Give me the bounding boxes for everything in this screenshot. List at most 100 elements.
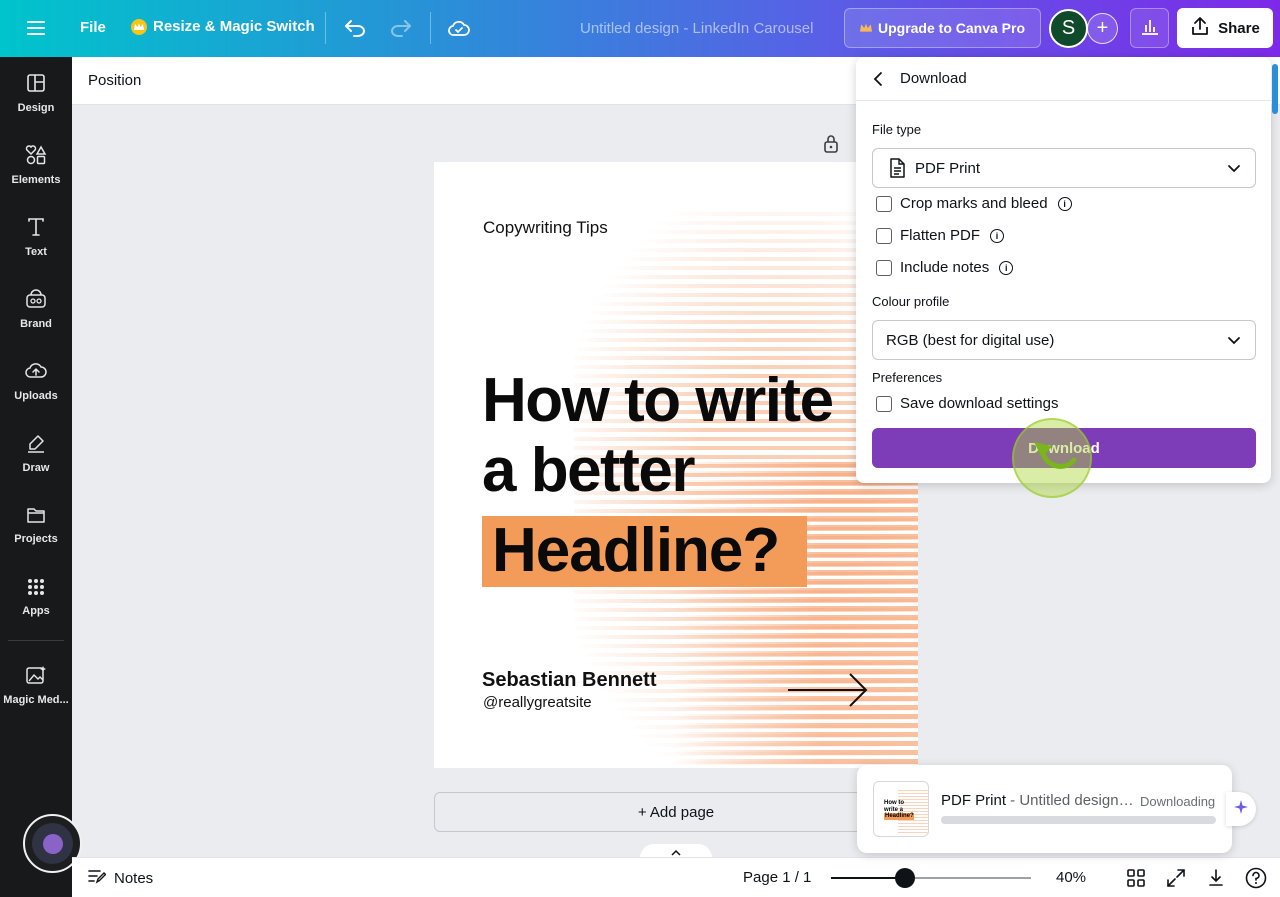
preferences-label: Preferences [872,370,943,385]
magic-assistant-button[interactable] [1226,792,1256,826]
decorative-stripes [674,462,918,768]
grid-view-icon[interactable] [1125,867,1147,889]
insights-button[interactable] [1130,8,1169,48]
info-icon[interactable]: i [999,260,1014,275]
checkbox-box[interactable] [876,259,892,276]
download-panel-header: Download [856,57,1271,101]
thumbnail-highlight-text: Headline? [885,813,914,819]
toast-file-type: PDF Print [941,792,1007,809]
sidebar-item-magic-media[interactable]: Magic Med... [0,653,72,717]
colour-profile-value: RGB (best for digital use) [886,331,1055,349]
undo-icon[interactable] [337,10,373,46]
info-icon[interactable]: i [990,228,1005,243]
resize-label: Resize & Magic Switch [153,18,315,35]
sidebar-item-label: Brand [20,317,52,330]
toast-file-name: - Untitled design… [1006,792,1134,809]
page-kicker-text[interactable]: Copywriting Tips [483,218,608,238]
notes-label: Notes [114,869,154,887]
save-settings-checkbox[interactable]: Save download settings [876,395,1058,412]
download-arrow-icon[interactable] [1205,867,1227,889]
file-type-value: PDF Print [915,159,981,177]
sidebar-item-label: Elements [11,173,61,186]
design-icon [26,73,46,98]
assistant-dot [42,833,63,854]
checkbox-box[interactable] [876,195,892,212]
zoom-slider-knob[interactable] [895,868,915,888]
sidebar-item-projects[interactable]: Projects [0,493,72,557]
page-indicator[interactable]: Page 1 / 1 [743,869,811,886]
highlight-text: Headline? [492,516,780,585]
checkbox-label: Save download settings [900,395,1059,412]
file-type-label: File type [872,122,922,137]
file-menu-button[interactable]: File [80,19,106,36]
arrow-right-icon[interactable] [786,670,870,715]
sidebar-item-brand[interactable]: Brand [0,277,72,341]
sidebar-item-elements[interactable]: Elements [0,133,72,197]
sidebar-item-label: Apps [22,604,50,617]
sidebar-item-label: Magic Med... [3,693,69,706]
zoom-level[interactable]: 40% [1056,869,1086,886]
crop-marks-checkbox[interactable]: Crop marks and bleed i [876,195,1072,212]
folder-icon [26,506,46,529]
sidebar-item-uploads[interactable]: Uploads [0,349,72,413]
left-sidebar: Design Elements Text Brand Uploads Draw … [0,57,82,897]
zoom-slider[interactable] [831,868,1031,888]
menu-icon[interactable] [18,10,54,46]
document-icon [889,158,905,178]
draw-icon [26,433,46,458]
notes-button[interactable]: Notes [88,868,153,888]
colour-profile-select[interactable]: RGB (best for digital use) [872,320,1256,360]
info-icon[interactable]: i [1057,196,1072,211]
document-title[interactable]: Untitled design - LinkedIn Carousel [580,20,813,37]
sparkle-icon [1233,799,1249,820]
back-chevron-icon[interactable] [872,71,884,87]
position-button[interactable]: Position [88,72,141,89]
progress-fill [941,816,1216,824]
toast-status: Downloading [1140,794,1216,809]
apps-grid-icon [27,578,45,601]
sidebar-item-label: Text [25,245,47,258]
brand-icon [25,288,47,314]
redo-icon[interactable] [383,10,419,46]
sidebar-item-text[interactable]: Text [0,205,72,269]
help-icon[interactable] [1245,867,1267,889]
assistant-bubble-inner [32,823,73,864]
upgrade-button[interactable]: Upgrade to Canva Pro [844,8,1041,48]
checkbox-label: Crop marks and bleed [900,195,1048,212]
checkbox-label: Flatten PDF [900,227,981,244]
headline-highlight[interactable]: Headline? [482,516,807,587]
collapse-pages-button[interactable] [640,844,712,858]
share-upload-icon [1190,16,1210,40]
sidebar-item-apps[interactable]: Apps [0,565,72,629]
sidebar-item-draw[interactable]: Draw [0,421,72,485]
add-collaborator-button[interactable]: + [1087,13,1118,44]
author-name[interactable]: Sebastian Bennett [482,669,656,692]
avatar[interactable]: S [1049,9,1088,48]
headline-line-2: a better [482,436,695,505]
include-notes-checkbox[interactable]: Include notes i [876,259,1014,276]
download-progress-bar [941,816,1216,824]
checkbox-box[interactable] [876,395,892,412]
uploads-icon [25,361,47,386]
zoom-slider-fill [831,877,905,879]
design-page[interactable]: Copywriting Tips How to write a better H… [434,162,918,768]
panel-scrollbar[interactable] [1272,64,1278,114]
checkbox-box[interactable] [876,227,892,244]
cloud-saved-icon[interactable] [441,10,477,46]
share-button[interactable]: Share [1177,8,1273,48]
lock-icon[interactable] [822,134,840,159]
elements-icon [25,144,47,170]
sidebar-item-label: Projects [14,532,58,545]
download-panel-title: Download [900,70,967,87]
top-bar: File Resize & Magic Switch Untitled desi… [0,0,1280,57]
file-type-select[interactable]: PDF Print [872,148,1256,188]
fullscreen-icon[interactable] [1165,867,1187,889]
sidebar-item-design[interactable]: Design [0,61,72,125]
author-handle[interactable]: @reallygreatsite [483,694,592,711]
download-progress-toast: How to write a better Headline? PDF Prin… [857,765,1232,853]
add-page-button[interactable]: + Add page [434,792,918,832]
crown-icon [859,20,872,36]
resize-magic-switch-button[interactable]: Resize & Magic Switch [131,18,315,35]
page-headline[interactable]: How to write a better [482,366,834,506]
flatten-pdf-checkbox[interactable]: Flatten PDF i [876,227,1005,244]
